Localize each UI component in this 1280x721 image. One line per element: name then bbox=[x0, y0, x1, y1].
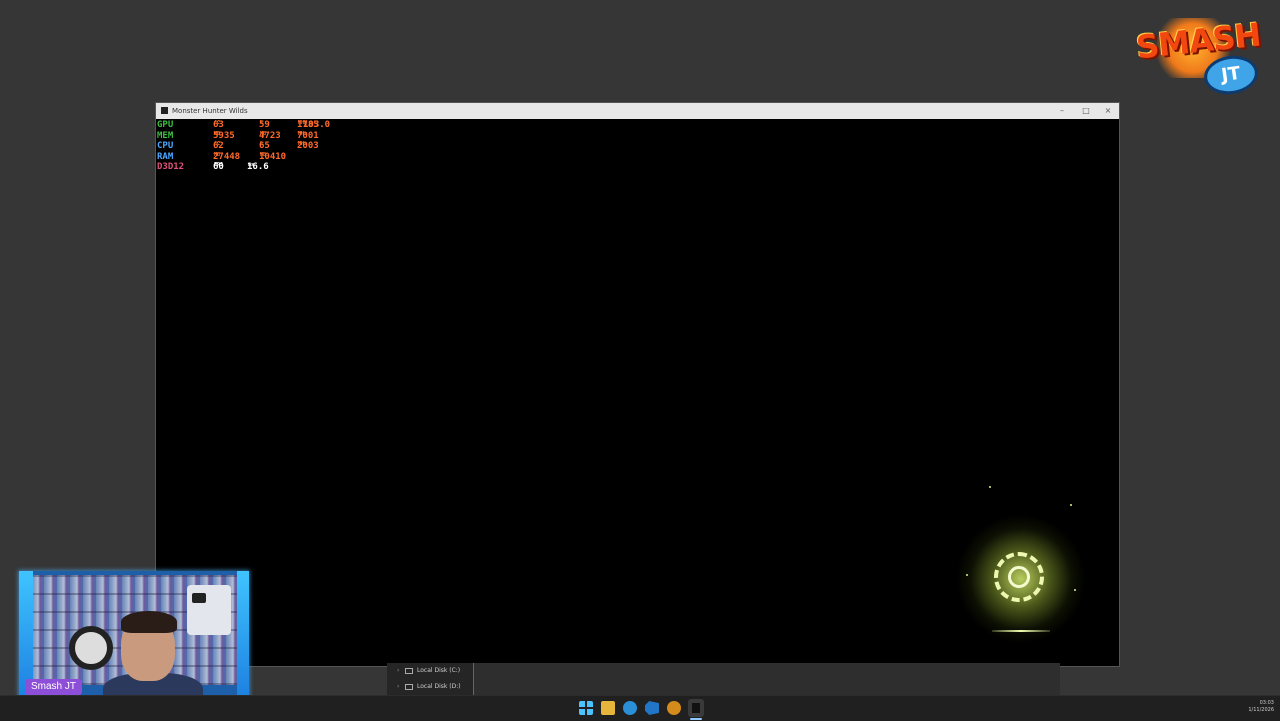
drive-icon bbox=[405, 683, 413, 690]
explorer-nav-pane: › Local Disk (C:) › Local Disk (D:) bbox=[387, 663, 474, 695]
osd-label: RAM bbox=[157, 151, 174, 162]
osd-row-ram: RAM 27448 MB 10410 MB bbox=[157, 152, 357, 163]
osd-label: D3D12 bbox=[157, 162, 185, 172]
osd-unit: MHz bbox=[298, 141, 308, 147]
youtube-icon bbox=[192, 593, 206, 603]
file-explorer-icon[interactable] bbox=[601, 701, 615, 715]
clock-time: 03:03 bbox=[1259, 700, 1274, 706]
osd-unit: ms bbox=[248, 162, 255, 168]
osd-label: GPU bbox=[157, 120, 174, 130]
game-icon-glyph bbox=[692, 703, 700, 713]
chevron-right-icon: › bbox=[397, 667, 400, 674]
cam-person-hair bbox=[121, 611, 177, 633]
spark bbox=[1070, 504, 1072, 506]
app-icon[interactable] bbox=[667, 701, 681, 715]
game-viewport[interactable]: GPU 63 °C 59% 1785 MHz 103.0 W MEM 5935 MB 4… bbox=[156, 119, 1119, 666]
cam-led-right bbox=[237, 571, 249, 700]
osd-label: CPU bbox=[157, 141, 174, 151]
taskbar: 03:03 1/11/2026 bbox=[0, 695, 1280, 721]
system-clock[interactable]: 03:03 1/11/2026 bbox=[1234, 700, 1274, 714]
window-title: Monster Hunter Wilds bbox=[172, 107, 248, 115]
performance-overlay: GPU 63 °C 59% 1785 MHz 103.0 W MEM 5935 MB 4… bbox=[157, 120, 357, 173]
webcam-overlay: Smash JT bbox=[19, 571, 249, 700]
osd-unit: MB bbox=[260, 130, 267, 137]
osd-unit: °C bbox=[214, 141, 221, 147]
osd-row-mem: MEM 5935 MB 4723 MB 7001 MHz bbox=[157, 131, 357, 142]
drive-label: Local Disk (C:) bbox=[417, 667, 461, 674]
nav-item-drive-c[interactable]: › Local Disk (C:) bbox=[397, 664, 460, 678]
game-window[interactable]: Monster Hunter Wilds – □ × GPU 63 °C 59% … bbox=[155, 102, 1120, 667]
osd-unit: °C bbox=[214, 120, 221, 126]
spark bbox=[1074, 589, 1076, 591]
loading-bar bbox=[992, 630, 1050, 632]
vscode-icon[interactable] bbox=[645, 701, 659, 715]
nav-item-drive-d[interactable]: › Local Disk (D:) bbox=[397, 680, 461, 694]
loader-hub-icon bbox=[1008, 566, 1030, 588]
windows-start-icon[interactable] bbox=[579, 701, 593, 715]
close-button[interactable]: × bbox=[1100, 103, 1116, 119]
drive-label: Local Disk (D:) bbox=[417, 683, 461, 690]
streamer-name-tag: Smash JT bbox=[25, 679, 83, 695]
osd-row-cpu: CPU 62 °C 65% 2003 MHz bbox=[157, 141, 357, 152]
osd-row-d3d12: D3D12 60 FPS 16.6 ms bbox=[157, 162, 357, 173]
osd-unit: % bbox=[260, 120, 264, 126]
monster-hunter-icon[interactable] bbox=[688, 699, 704, 717]
osd-row-gpu: GPU 63 °C 59% 1785 MHz 103.0 W bbox=[157, 120, 357, 131]
osd-unit: MB bbox=[214, 151, 221, 158]
smash-jt-logo: SMASH JT bbox=[1128, 10, 1268, 98]
osd-unit: W bbox=[304, 120, 308, 126]
drive-icon bbox=[405, 667, 413, 674]
osd-unit: FPS bbox=[214, 162, 224, 168]
cam-chair bbox=[69, 626, 113, 670]
osd-unit: MB bbox=[260, 151, 267, 158]
osd-unit: MHz bbox=[298, 130, 308, 137]
clock-date: 1/11/2026 bbox=[1248, 707, 1274, 713]
file-explorer-fragment: › Local Disk (C:) › Local Disk (D:) bbox=[387, 663, 1060, 695]
osd-value: 103.0 bbox=[303, 120, 331, 130]
app-icon bbox=[161, 107, 168, 114]
osd-unit: % bbox=[260, 141, 264, 147]
window-titlebar[interactable]: Monster Hunter Wilds – □ × bbox=[156, 103, 1119, 119]
spark bbox=[966, 574, 968, 576]
edge-browser-icon[interactable] bbox=[623, 701, 637, 715]
osd-label: MEM bbox=[157, 130, 174, 141]
spark bbox=[989, 486, 991, 488]
osd-unit: MB bbox=[214, 130, 221, 137]
loading-emblem bbox=[956, 486, 1086, 644]
maximize-button[interactable]: □ bbox=[1078, 103, 1094, 119]
chevron-right-icon: › bbox=[397, 683, 400, 690]
minimize-button[interactable]: – bbox=[1054, 103, 1070, 119]
